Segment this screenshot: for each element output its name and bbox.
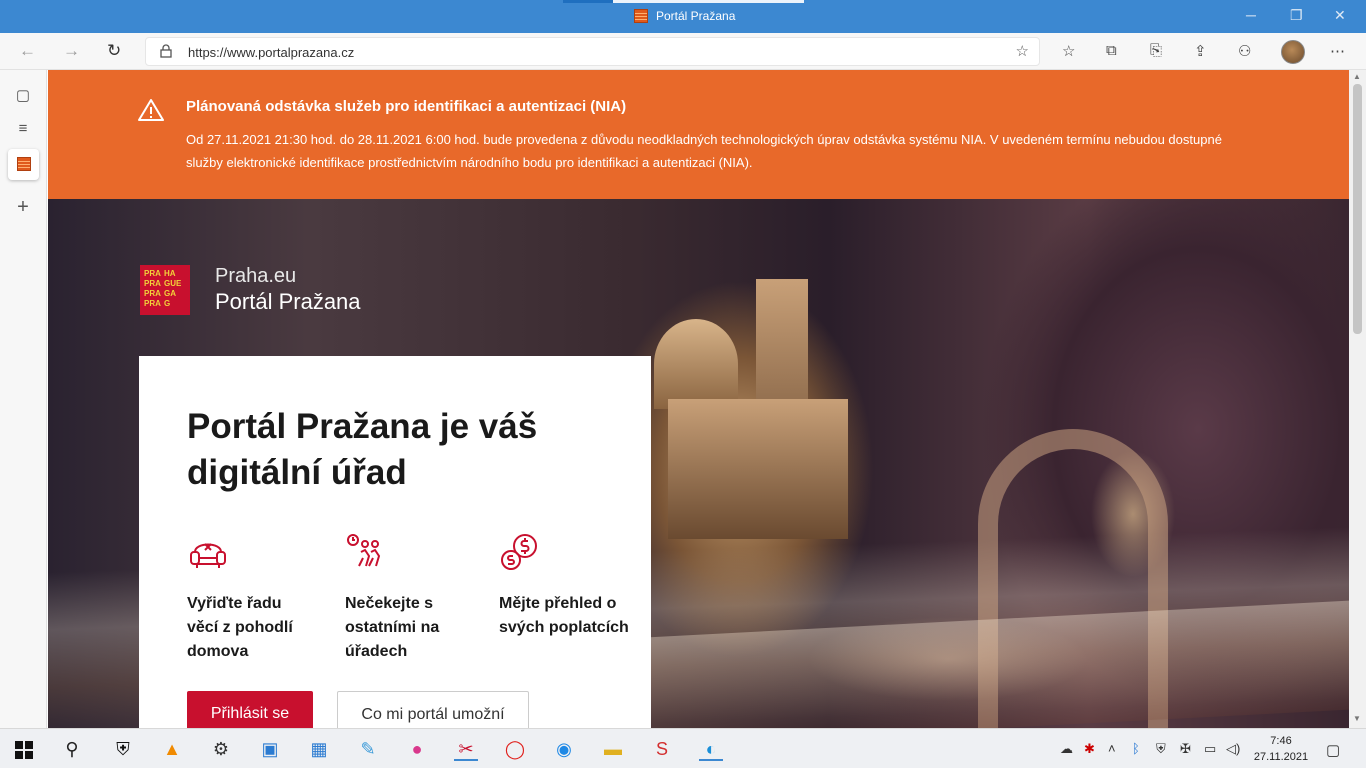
restore-icon[interactable]: ❐ xyxy=(1290,7,1303,24)
windows-taskbar: ⚲ ⛨ ▲ ⚙ ▣ ▦ ✎ ● ✂ ◯ ◉ ▬ S ◐ ☁ ✱ ˄ ᛒ ⛨ ✠ … xyxy=(0,728,1366,768)
more-icon[interactable]: ⋯ xyxy=(1330,42,1345,60)
window-title-text: Portál Pražana xyxy=(656,9,736,23)
notice-title: Plánovaná odstávka služeb pro identifika… xyxy=(186,98,627,115)
control-panel-icon[interactable]: ▣ xyxy=(258,737,282,761)
tab-highlight xyxy=(563,0,613,3)
tab-portal-prazana[interactable] xyxy=(8,149,39,180)
hero-heading: Portál Pražana je váš digitální úřad xyxy=(187,407,538,492)
input-icon[interactable]: ✠ xyxy=(1180,741,1191,757)
store-icon[interactable]: ▦ xyxy=(307,737,331,761)
network-app-icon[interactable]: ◉ xyxy=(552,737,576,761)
feature-text: Nečekejte s ostatními na úřadech xyxy=(345,595,440,660)
url-text: https://www.portalprazana.cz xyxy=(188,45,355,60)
feature-item: Mějte přehled o svých poplatcích xyxy=(499,532,629,640)
about-portal-button[interactable]: Co mi portál umožní xyxy=(337,691,529,728)
back-icon[interactable]: ← xyxy=(19,41,36,61)
extensions-icon[interactable]: ⚇ xyxy=(1238,42,1251,60)
brand-portal-prazana[interactable]: Portál Pražana xyxy=(215,289,361,315)
vlc-icon[interactable]: ▲ xyxy=(160,737,184,761)
minimize-icon[interactable]: ─ xyxy=(1246,7,1256,23)
avatar[interactable] xyxy=(1281,40,1305,64)
armchair-icon xyxy=(190,543,226,568)
search-icon[interactable]: ⚲ xyxy=(60,737,84,761)
site-favicon-icon xyxy=(634,9,648,23)
antivirus-icon[interactable]: ✱ xyxy=(1084,741,1095,757)
settings-icon[interactable]: ⚙ xyxy=(209,737,233,761)
share-icon[interactable]: ⇪ xyxy=(1194,42,1207,60)
tab-list-icon[interactable]: ≡ xyxy=(13,120,33,140)
scrollbar-thumb[interactable] xyxy=(1353,84,1362,334)
add-favorite-icon[interactable]: ☆ xyxy=(1016,42,1029,60)
snipping-tool-icon[interactable]: ✂ xyxy=(454,737,478,761)
church-dome xyxy=(654,319,738,409)
feature-item: Vyřiďte řadu věcí z pohodlí domova xyxy=(187,532,317,664)
window-title: Portál Pražana xyxy=(634,9,735,23)
logo-text: GUE xyxy=(164,279,182,288)
warning-icon xyxy=(138,99,164,121)
prague-logo[interactable]: PRA HA PRA GUE PRA GA PRA G xyxy=(140,265,190,315)
logo-text: PRA xyxy=(144,279,161,288)
login-button[interactable]: Přihlásit se xyxy=(187,691,313,728)
screenshot-icon[interactable]: ⎘ xyxy=(1150,42,1162,59)
network-icon[interactable]: ▭ xyxy=(1204,741,1216,757)
notifications-icon[interactable]: ▢ xyxy=(1326,741,1340,759)
logo-text: PRA xyxy=(144,269,161,278)
brand-praha-eu[interactable]: Praha.eu xyxy=(215,265,296,288)
defender-icon[interactable]: ⛨ xyxy=(1156,741,1166,757)
close-icon[interactable]: ✕ xyxy=(1334,7,1346,24)
page-scrollbar[interactable]: ▲ ▼ xyxy=(1349,70,1366,728)
s-app-icon[interactable]: S xyxy=(650,737,674,761)
address-bar[interactable]: https://www.portalprazana.cz ☆ xyxy=(145,37,1040,66)
favorites-icon[interactable]: ☆ xyxy=(1062,42,1075,60)
edge-icon[interactable]: ◐ xyxy=(699,737,723,761)
new-tab-icon[interactable]: + xyxy=(13,196,33,218)
collections-icon[interactable]: ⧉ xyxy=(1106,42,1117,59)
scroll-down-icon[interactable]: ▼ xyxy=(1353,714,1361,723)
scroll-up-icon[interactable]: ▲ xyxy=(1353,72,1361,81)
notice-body: Od 27.11.2021 21:30 hod. do 28.11.2021 6… xyxy=(186,132,1222,170)
clock-date: 27.11.2021 xyxy=(1253,751,1309,763)
light-trails xyxy=(648,600,1349,728)
lock-icon[interactable] xyxy=(160,44,172,58)
feature-item: Nečekejte s ostatními na úřadech xyxy=(345,532,475,664)
chevron-up-icon[interactable]: ˄ xyxy=(1108,741,1116,756)
start-icon[interactable] xyxy=(15,741,33,759)
file-explorer-icon[interactable]: ▬ xyxy=(601,737,625,761)
logo-text: G xyxy=(164,299,171,308)
tab-actions-icon[interactable]: ▢ xyxy=(13,86,33,106)
bluetooth-icon[interactable]: ᛒ xyxy=(1132,741,1140,756)
hero-section: PRA HA PRA GUE PRA GA PRA G Praha.eu Portál … xyxy=(48,199,1349,728)
logo-text: PRA xyxy=(144,289,161,298)
coins-icon xyxy=(501,534,537,570)
onedrive-icon[interactable]: ☁ xyxy=(1060,741,1073,757)
no-queue-icon xyxy=(347,534,381,567)
logo-text: PRA xyxy=(144,299,161,308)
opera-icon[interactable]: ◯ xyxy=(503,737,527,761)
church-facade xyxy=(668,399,848,539)
logo-text: GA xyxy=(164,289,176,298)
reload-icon[interactable]: ↻ xyxy=(107,41,121,61)
security-icon[interactable]: ⛨ xyxy=(111,737,135,761)
window-titlebar: Portál Pražana ─ ❐ ✕ xyxy=(0,0,1366,33)
page-viewport: Plánovaná odstávka služeb pro identifika… xyxy=(48,70,1349,728)
drop-app-icon[interactable]: ● xyxy=(405,737,429,761)
site-favicon-icon xyxy=(16,157,31,171)
paint-icon[interactable]: ✎ xyxy=(356,737,380,761)
volume-icon[interactable]: ◁) xyxy=(1226,741,1240,757)
browser-toolbar: ← → ↻ https://www.portalprazana.cz ☆ ☆ ⧉… xyxy=(0,33,1366,70)
forward-icon[interactable]: → xyxy=(63,41,80,61)
feature-text: Vyřiďte řadu věcí z pohodlí domova xyxy=(187,595,293,660)
intro-card: Portál Pražana je váš digitální úřad Vyř… xyxy=(139,356,651,728)
feature-text: Mějte přehled o svých poplatcích xyxy=(499,595,629,636)
vertical-tabs-sidebar: ▢ ≡ + xyxy=(0,70,47,728)
clock-time: 7:46 xyxy=(1270,735,1292,747)
outage-notice: Plánovaná odstávka služeb pro identifika… xyxy=(48,70,1349,199)
system-clock[interactable]: 7:46 27.11.2021 xyxy=(1248,733,1314,765)
logo-text: HA xyxy=(164,269,176,278)
